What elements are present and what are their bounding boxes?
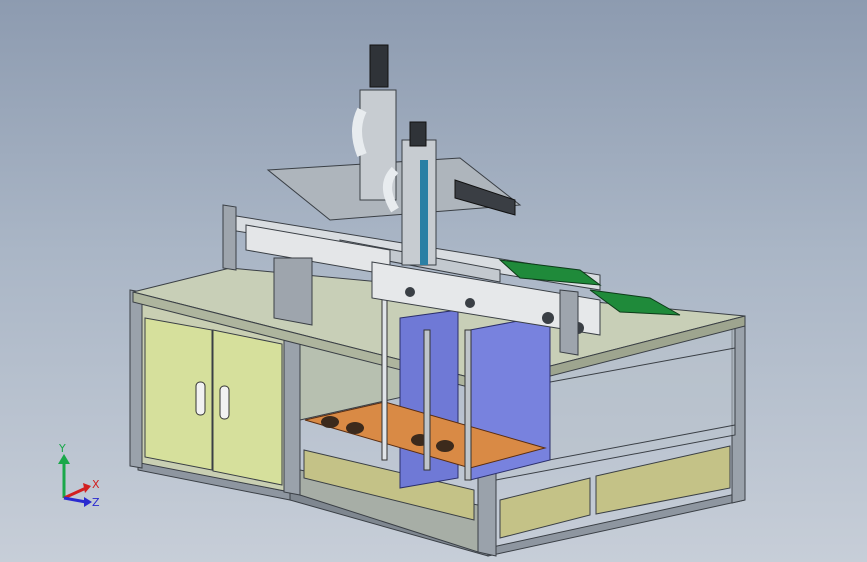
lead-screw-2: [464, 329, 472, 481]
gantry-leg-right: [559, 289, 579, 356]
z-axis-motor-rear: [369, 44, 389, 88]
frame-post-front-left: [283, 329, 301, 496]
door-handle-left: [195, 381, 206, 416]
z-axis-arrow: [63, 496, 87, 504]
cable-chain-loop: [352, 107, 367, 157]
z-axis-blue-strip: [420, 160, 428, 265]
y-axis-label: Y: [58, 442, 66, 455]
door-handle-right: [219, 385, 230, 420]
z-axis-label: Z: [92, 496, 100, 509]
guide-rod-1: [381, 289, 388, 461]
coordinate-triad: Y X Z: [52, 440, 112, 512]
gantry-leg-left: [273, 257, 313, 326]
gantry-leg-back: [222, 204, 237, 271]
z-axis-motor-front: [409, 121, 427, 147]
machine-3d-model[interactable]: [0, 0, 867, 562]
lead-screw-1: [423, 329, 431, 471]
frame-post-back-left: [129, 289, 143, 469]
z-axis-column-front: [401, 139, 437, 266]
x-axis-label: X: [92, 478, 100, 491]
cad-viewport[interactable]: Y X Z: [0, 0, 867, 562]
x-axis-arrow: [63, 486, 87, 500]
